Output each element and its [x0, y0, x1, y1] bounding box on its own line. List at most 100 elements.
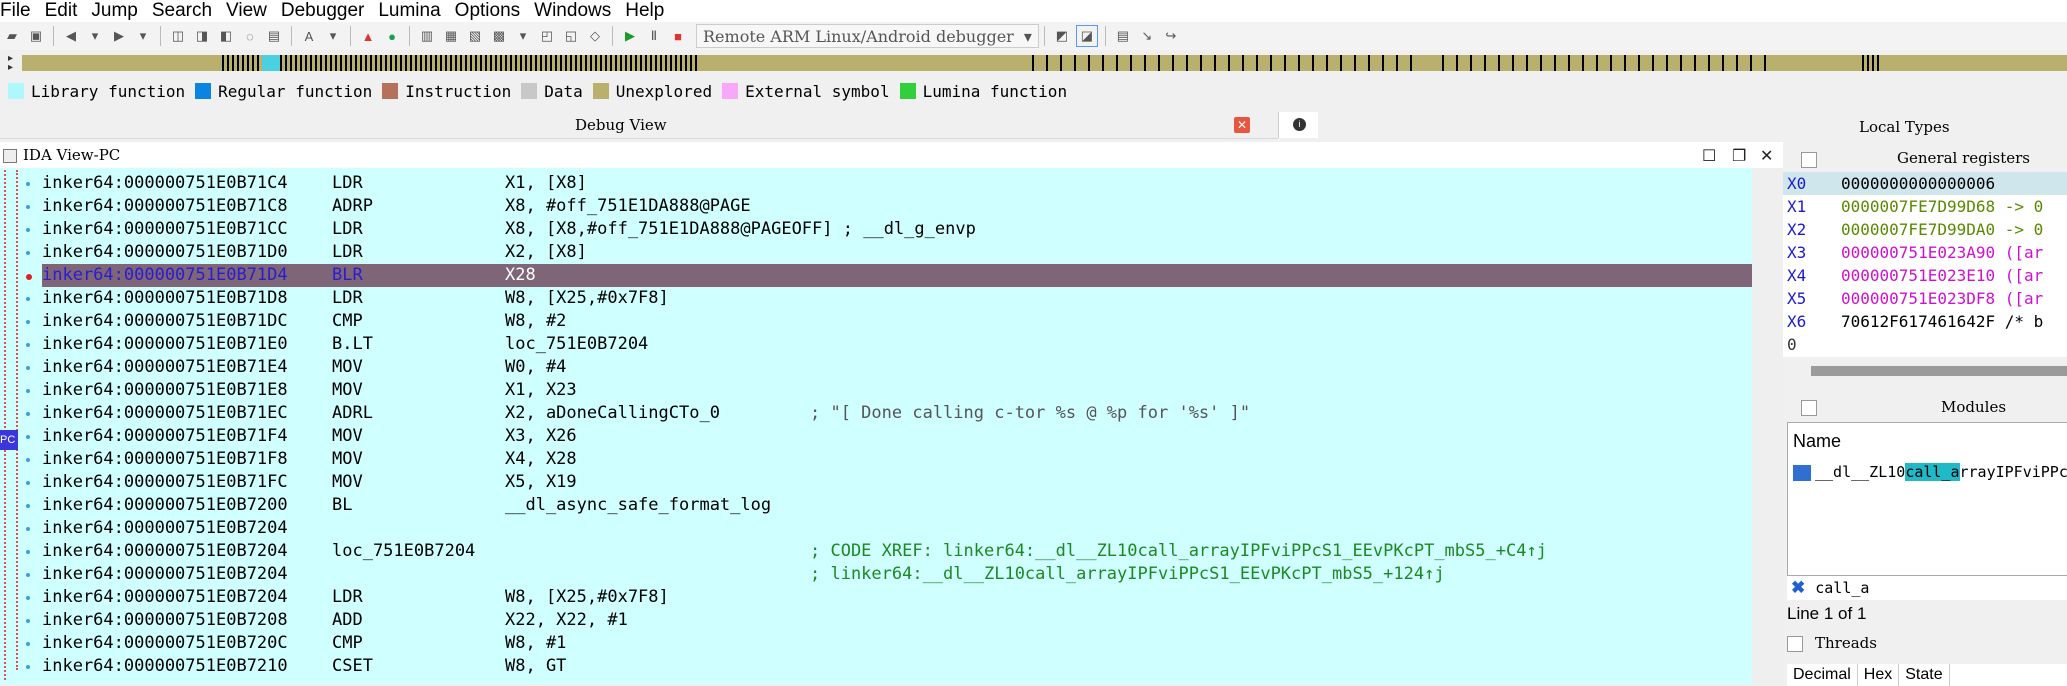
- menu-search[interactable]: Search: [152, 1, 212, 21]
- menu-view[interactable]: View: [226, 1, 267, 21]
- menu-file[interactable]: File: [0, 1, 31, 21]
- code-row[interactable]: inker64:000000751E0B7208ADDX22, X22, #1: [42, 609, 1752, 632]
- code-row[interactable]: [42, 678, 1752, 684]
- back-icon[interactable]: ◀: [61, 26, 81, 46]
- filter-input[interactable]: call_a: [1815, 579, 1869, 597]
- module-item[interactable]: __dl__ZL10call_arrayIPFviPPc: [1793, 463, 2067, 481]
- code-row[interactable]: inker64:000000751E0B71E4MOVW0, #4: [42, 356, 1752, 379]
- restore-icon[interactable]: ❐: [1732, 146, 1746, 166]
- menu-edit[interactable]: Edit: [45, 1, 78, 21]
- graph-icon[interactable]: ▤: [1113, 26, 1133, 46]
- detach-icon[interactable]: ◪: [1076, 25, 1098, 47]
- register-row[interactable]: X5000000751E023DF8 ([ar: [1783, 287, 2067, 310]
- code-row[interactable]: inker64:000000751E0B71F4MOVX3, X26: [42, 425, 1752, 448]
- code-row[interactable]: inker64:000000751E0B71DCCMPW8, #2: [42, 310, 1752, 333]
- undefine-icon[interactable]: ◰: [537, 26, 557, 46]
- code-row[interactable]: inker64:000000751E0B7204: [42, 517, 1752, 540]
- threads-column-header[interactable]: State: [1899, 664, 1949, 686]
- module-item-post: rrayIPFviPPc: [1960, 463, 2067, 481]
- forward-icon[interactable]: ▶: [109, 26, 129, 46]
- close-icon[interactable]: ✕: [1760, 146, 1773, 166]
- menu-help[interactable]: Help: [625, 1, 664, 21]
- code-row[interactable]: inker64:000000751E0B71D8LDRW8, [X25,#0x7…: [42, 287, 1752, 310]
- play-icon[interactable]: ▶: [620, 26, 640, 46]
- save-icon[interactable]: ▣: [26, 26, 46, 46]
- register-row[interactable]: X3000000751E023A90 ([ar: [1783, 241, 2067, 264]
- register-row[interactable]: X20000007FE7D99DA0 -> 0: [1783, 218, 2067, 241]
- navigation-band[interactable]: ▸▸: [0, 52, 2067, 74]
- modules-column-name[interactable]: Name: [1793, 431, 1841, 452]
- string-icon[interactable]: ▧: [465, 26, 485, 46]
- function-icon[interactable]: ▤: [264, 26, 284, 46]
- stop-icon[interactable]: ■: [668, 26, 688, 46]
- array-icon[interactable]: ▩: [489, 26, 509, 46]
- current-instruction-row[interactable]: inker64:000000751E0B71D4BLRX28: [42, 264, 1752, 287]
- code-row[interactable]: inker64:000000751E0B7204loc_751E0B7204; …: [42, 540, 1752, 563]
- debugger-select[interactable]: Remote ARM Linux/Android debugger ▾: [696, 24, 1039, 48]
- code-icon[interactable]: ▥: [417, 26, 437, 46]
- code-row[interactable]: inker64:000000751E0B71C4LDRX1, [X8]: [42, 172, 1752, 195]
- code-row[interactable]: inker64:000000751E0B7210CSETW8, GT: [42, 655, 1752, 678]
- code-row[interactable]: inker64:000000751E0B720CCMPW8, #1: [42, 632, 1752, 655]
- flow-dot: [26, 389, 30, 393]
- close-icon[interactable]: ✕: [1234, 117, 1250, 133]
- structs-icon[interactable]: ◨: [192, 26, 212, 46]
- clear-filter-icon[interactable]: ✖: [1791, 578, 1805, 598]
- code-row[interactable]: inker64:000000751E0B7200BL__dl_async_saf…: [42, 494, 1752, 517]
- enums-icon[interactable]: ◧: [216, 26, 236, 46]
- code-row[interactable]: inker64:000000751E0B71CCLDRX8, [X8,#off_…: [42, 218, 1752, 241]
- registers-list[interactable]: X00000000000000006X10000007FE7D99D68 -> …: [1783, 172, 2067, 357]
- text-icon[interactable]: A: [299, 26, 319, 46]
- menu-windows[interactable]: Windows: [534, 1, 611, 21]
- code-row[interactable]: inker64:000000751E0B71E0B.LTloc_751E0B72…: [42, 333, 1752, 356]
- register-row[interactable]: X00000000000000006: [1783, 172, 2067, 195]
- threads-column-header[interactable]: Decimal: [1787, 664, 1858, 686]
- vertical-scrollbar[interactable]: [1752, 168, 1783, 684]
- menu-jump[interactable]: Jump: [91, 1, 137, 21]
- step-over-icon[interactable]: ↪: [1161, 26, 1181, 46]
- legend-label: Unexplored: [616, 82, 712, 101]
- open-icon[interactable]: ▰: [2, 26, 22, 46]
- register-row[interactable]: X10000007FE7D99D68 -> 0: [1783, 195, 2067, 218]
- maximize-icon[interactable]: ☐: [1702, 146, 1716, 166]
- step-into-icon[interactable]: ↘: [1137, 26, 1157, 46]
- comment-icon[interactable]: ◇: [585, 26, 605, 46]
- toolbar-separator: [53, 26, 54, 46]
- code-row[interactable]: inker64:000000751E0B71ECADRLX2, aDoneCal…: [42, 402, 1752, 425]
- nav-arrows-icon[interactable]: ▸▸: [8, 54, 13, 72]
- lumina-icon[interactable]: ●: [382, 26, 402, 46]
- refresh-icon[interactable]: ◌: [240, 26, 260, 46]
- code-row[interactable]: inker64:000000751E0B7204LDRW8, [X25,#0x7…: [42, 586, 1752, 609]
- code-row[interactable]: inker64:000000751E0B71F8MOVX4, X28: [42, 448, 1752, 471]
- menu-options[interactable]: Options: [455, 1, 520, 21]
- register-row[interactable]: X4000000751E023E10 ([ar: [1783, 264, 2067, 287]
- dropdown-icon[interactable]: ▾: [323, 26, 343, 46]
- code-row[interactable]: inker64:000000751E0B71E8MOVX1, X23: [42, 379, 1752, 402]
- register-row[interactable]: X670612F617461642F /* b: [1783, 310, 2067, 333]
- code-row[interactable]: inker64:000000751E0B71C8ADRPX8, #off_751…: [42, 195, 1752, 218]
- menu-debugger[interactable]: Debugger: [281, 1, 364, 21]
- register-value: 000000751E023A90 ([ar: [1841, 241, 2043, 264]
- code-row[interactable]: inker64:000000751E0B71D0LDRX2, [X8]: [42, 241, 1752, 264]
- name-icon[interactable]: ◱: [561, 26, 581, 46]
- code-row[interactable]: inker64:000000751E0B71FCMOVX5, X19: [42, 471, 1752, 494]
- data-icon[interactable]: ▦: [441, 26, 461, 46]
- disassembly-listing[interactable]: inker64:000000751E0B71C4LDRX1, [X8]inker…: [0, 168, 1752, 684]
- attach-icon[interactable]: ◩: [1052, 26, 1072, 46]
- warning-icon[interactable]: ▲: [358, 26, 378, 46]
- side-tab[interactable]: i: [1278, 112, 1319, 138]
- debug-view-tab[interactable]: Debug View ✕: [0, 112, 1278, 139]
- navigation-strip[interactable]: [22, 55, 2067, 71]
- local-types-tab[interactable]: Local Types: [1318, 112, 2067, 138]
- threads-column-header[interactable]: Hex: [1858, 664, 1899, 686]
- dropdown-icon[interactable]: ▾: [513, 26, 533, 46]
- menu-lumina[interactable]: Lumina: [378, 1, 440, 21]
- modules-list[interactable]: Name __dl__ZL10call_arrayIPFviPPc: [1787, 422, 2067, 576]
- segment-icon[interactable]: ◫: [168, 26, 188, 46]
- horizontal-scrollbar[interactable]: [1811, 366, 2067, 376]
- dropdown-icon[interactable]: ▾: [85, 26, 105, 46]
- dropdown-icon[interactable]: ▾: [133, 26, 153, 46]
- pause-icon[interactable]: Ⅱ: [644, 26, 664, 46]
- code-row[interactable]: inker64:000000751E0B7204; linker64:__dl_…: [42, 563, 1752, 586]
- filter-bar[interactable]: ✖ call_a: [1787, 576, 2067, 600]
